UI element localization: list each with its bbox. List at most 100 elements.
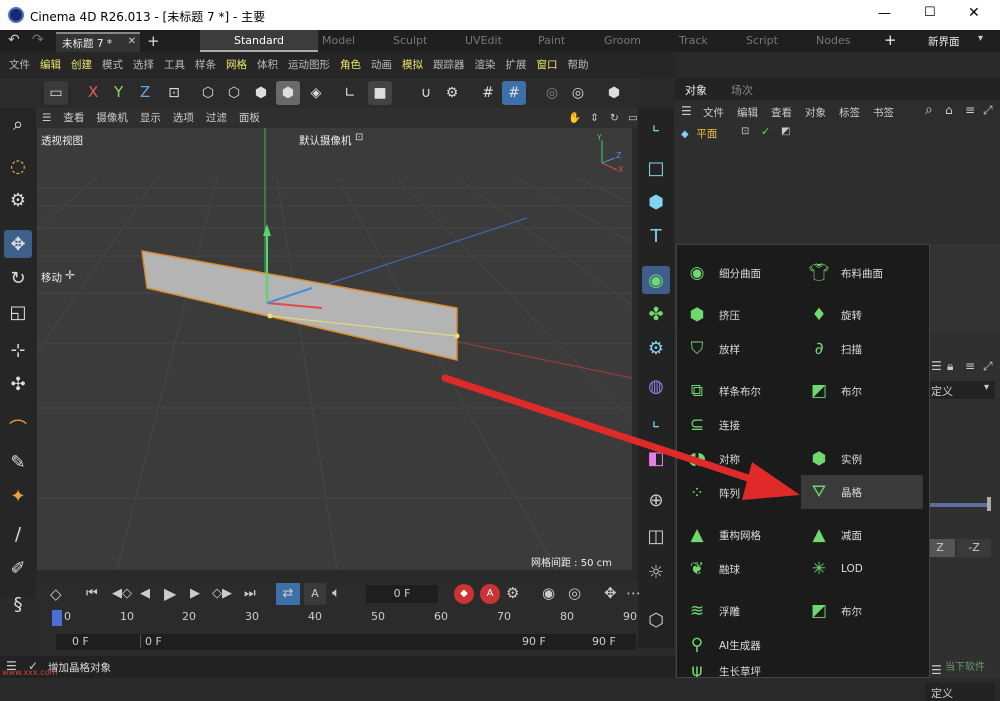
play-icon[interactable]: ▶ [164,584,176,603]
loop-icon[interactable]: ⇄ [276,583,300,605]
text-spline-icon[interactable]: T [642,222,670,250]
edges-mode-icon[interactable]: ⬡ [222,81,246,105]
cloner-icon[interactable]: ✤ [642,300,670,328]
document-tab[interactable]: 未标题 7 * ✕ [56,32,140,52]
menu-item-loft[interactable]: ⛉ 放样 [685,337,740,361]
auto-key-icon[interactable]: A [304,583,326,605]
points-mode-icon[interactable]: ⬡ [196,81,220,105]
render-region-icon[interactable]: ◎ [540,81,564,105]
home-icon[interactable]: ⌂ [945,103,953,117]
search-icon[interactable]: ⌕ [925,102,933,118]
attr-expand-icon[interactable]: ⤢ [983,359,993,374]
menu-extensions[interactable]: 扩展 [501,52,532,78]
layout-tab-groom[interactable]: Groom [604,34,641,47]
range-start-2[interactable]: 0 F [140,635,162,648]
live-selection-icon[interactable]: ◌ [4,152,32,180]
menu-window[interactable]: 窗口 [532,52,563,78]
menu-edit[interactable]: 编辑 [35,52,66,78]
menu-item-array[interactable]: ⁘ 阵列 [685,481,740,505]
filter-icon[interactable]: ≡ [965,103,975,117]
tab-takes[interactable]: 场次 [731,82,753,98]
range-end-2[interactable]: 90 F [592,635,616,648]
menu-item-lod[interactable]: ✳ LOD [807,557,863,581]
menu-spline[interactable]: 样条 [190,52,221,78]
menu-item-spline-boolean[interactable]: ⧉ 样条布尔 [685,379,761,403]
menu-select[interactable]: 选择 [128,52,159,78]
menu-item-subdivision-surface[interactable]: ◉ 细分曲面 [685,261,761,285]
perspective-viewport[interactable]: Y Z X 透视视图 默认摄像机 ⊡ 移动 ✛ 网格间距 : 50 cm [37,128,632,570]
move-tool-icon[interactable]: ✥ [4,230,32,258]
polygons-mode-icon[interactable]: ⬢ [249,81,273,105]
object-hamburger-icon[interactable]: ☰ [681,104,692,118]
viewport-solo-icon[interactable]: ⬢ [602,81,626,105]
layout-tab-sculpt[interactable]: Sculpt [393,34,427,47]
menu-item-boolean-2[interactable]: ◩ 布尔 [807,599,862,623]
mode-dropdown[interactable]: 定义 ▾ [925,381,995,399]
menu-mode[interactable]: 模式 [97,52,128,78]
grid-snap-icon[interactable]: # [476,81,500,105]
magnet-icon[interactable]: ∪ [414,81,438,105]
key-more-icon[interactable]: ⋯ [626,584,641,602]
coordinates-icon[interactable]: ⌞ [642,110,670,138]
object-menu-file[interactable]: 文件 [703,105,724,120]
menu-item-sweep[interactable]: ∂ 扫描 [807,337,862,361]
cube-icon[interactable]: ⬢ [642,188,670,216]
tag-icon[interactable]: ⬡ [642,606,670,634]
menu-item-connect[interactable]: ⊆ 连接 [685,413,740,437]
bend-tool-icon[interactable]: ⌒ [4,414,32,442]
menu-mesh[interactable]: 网格 [221,52,252,78]
sound-icon[interactable]: 🔈︎ [332,585,340,601]
placement-tool-icon[interactable]: ✣ [4,370,32,398]
viewport-menu-options[interactable]: 选项 [167,108,200,128]
camera-name-label[interactable]: 默认摄像机 [299,133,352,148]
layout-tab-uvedit[interactable]: UVEdit [465,34,502,47]
x-axis-lock[interactable]: X [88,83,98,101]
current-frame-field[interactable]: 0 F [366,585,438,603]
attr-menu-icon[interactable]: ☰ [931,359,942,373]
model-mode-icon[interactable]: ⬢ [276,81,300,105]
layout-tab-script[interactable]: Script [746,34,778,47]
object-menu-object[interactable]: 对象 [805,105,826,120]
range-end-1[interactable]: 90 F [522,635,546,648]
menu-tracker[interactable]: 跟踪器 [428,52,470,78]
object-menu-tags[interactable]: 标签 [839,105,860,120]
object-row-plane[interactable]: ◆ 平面 ⊡ ✓ ◩ [681,125,861,142]
camera-st-icon[interactable]: ◫ [642,522,670,550]
key-move-icon[interactable]: ✥ [604,584,617,602]
keyframe-icon[interactable]: ◇ [50,585,62,603]
menu-item-boolean[interactable]: ◩ 布尔 [807,379,862,403]
undo-view-icon[interactable]: ▭ [44,81,68,105]
knife-tool-icon[interactable]: ✦ [4,482,32,510]
object-menu-view[interactable]: 查看 [771,105,792,120]
key-lock-icon[interactable]: ◉ [542,584,555,602]
menu-item-grass[interactable]: ψ 生长草坪 [685,665,761,677]
light-st-icon[interactable]: ☼ [642,558,670,586]
generator-icon[interactable]: ◉ [642,266,670,294]
go-to-start-icon[interactable]: ⏮ [86,586,98,601]
sculpt-tool-icon[interactable]: ✐ [4,554,32,582]
undo-icon[interactable]: ↶ [8,32,20,48]
object-menu-edit[interactable]: 编辑 [737,105,758,120]
add-document-button[interactable]: + [147,32,160,50]
viewport-menu-display[interactable]: 显示 [134,108,167,128]
menu-item-atom-array[interactable]: ⛛ 晶格 [801,475,923,509]
check-icon[interactable]: ✓ [761,125,770,138]
next-frame-icon[interactable]: ▶ [190,586,200,601]
attr-filter-icon[interactable]: ≡ [965,359,975,373]
new-layout-dropdown[interactable]: 新界面 [928,34,960,49]
menu-item-metaball[interactable]: ❦ 融球 [685,557,740,581]
menu-volume[interactable]: 体积 [252,52,283,78]
menu-item-ai-generator[interactable]: ⚲ AI生成器 [685,633,761,657]
close-tab-icon[interactable]: ✕ [128,36,136,47]
environment-icon[interactable]: ⊕ [642,486,670,514]
uv-mode-icon[interactable]: ◈ [304,81,328,105]
menu-item-extrude[interactable]: ⬢ 挤压 [685,303,740,327]
layout-tab-paint[interactable]: Paint [538,34,565,47]
layout-tab-standard[interactable]: Standard [200,30,318,52]
add-layout-button[interactable]: + [884,31,897,49]
viewport-menu-view[interactable]: 查看 [57,108,90,128]
key-settings-icon[interactable]: ⚙ [506,584,519,602]
redo-icon[interactable]: ↷ [32,32,44,48]
snap-axis-icon[interactable]: ∟ [338,81,362,105]
viewport-menu-camera[interactable]: 摄像机 [90,108,134,128]
